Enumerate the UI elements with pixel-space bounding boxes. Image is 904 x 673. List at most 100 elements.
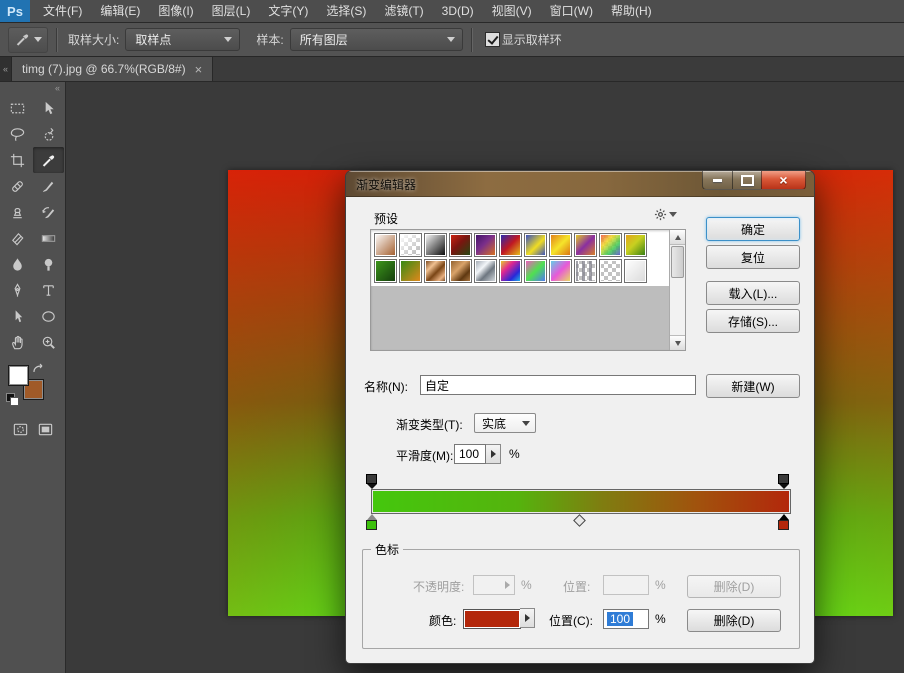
pen-tool[interactable] [2,277,33,303]
menu-item-5[interactable]: 文字(Y) [259,0,317,22]
load-button[interactable]: 载入(L)... [706,281,800,305]
gradient-preset-18[interactable] [524,259,547,283]
move-tool[interactable] [33,95,64,121]
menu-item-7[interactable]: 滤镜(T) [375,0,432,22]
gradient-preset-3[interactable] [424,233,447,257]
menu-item-4[interactable]: 图层(L) [203,0,260,22]
close-button[interactable]: × [761,171,806,190]
gradient-preset-16[interactable] [474,259,497,283]
gradient-preset-6[interactable] [499,233,522,257]
delete-color-stop-button[interactable]: 删除(D) [687,609,781,632]
smoothness-slider-button[interactable] [486,444,501,464]
crop-tool[interactable] [2,147,33,173]
stop-position-input[interactable]: 100 [603,609,649,629]
smoothness-input[interactable] [454,444,486,464]
maximize-button[interactable] [733,171,761,190]
menu-item-10[interactable]: 窗口(W) [541,0,602,22]
menu-item-11[interactable]: 帮助(H) [602,0,661,22]
menu-item-3[interactable]: 图像(I) [149,0,202,22]
gradient-type-select[interactable]: 实底 [474,413,536,433]
gradient-midpoint-diamond[interactable] [573,514,586,527]
gradient-preset-17[interactable] [499,259,522,283]
gradient-preset-9[interactable] [574,233,597,257]
quick-selection-tool[interactable] [33,121,64,147]
color-stop-right-selected[interactable] [778,514,789,529]
chevron-down-icon [224,37,232,42]
menu-item-9[interactable]: 视图(V) [483,0,541,22]
clone-stamp-tool[interactable] [2,199,33,225]
default-colors-icon[interactable] [6,393,18,405]
gradient-preset-10[interactable] [599,233,622,257]
show-sampling-ring-checkbox[interactable] [485,32,500,47]
gradient-preset-13[interactable] [399,259,422,283]
quick-mask-button[interactable] [12,421,29,438]
path-selection-tool[interactable] [2,303,33,329]
menu-item-1[interactable]: 文件(F) [34,0,91,22]
opacity-label: 不透明度: [413,578,464,595]
lasso-tool[interactable] [2,121,33,147]
opacity-stop-right[interactable] [778,474,789,488]
gradient-preset-1[interactable] [374,233,397,257]
color-swatch-menu-button[interactable] [520,608,535,628]
eyedropper-tool[interactable] [33,147,64,173]
stop-color-swatch[interactable] [463,609,521,629]
gradient-preset-4[interactable] [449,233,472,257]
scrollbar-thumb[interactable] [671,246,684,278]
scroll-down-button[interactable] [670,335,685,350]
presets-menu-button[interactable] [654,208,677,221]
reset-button[interactable]: 复位 [706,245,800,269]
gradient-preset-8[interactable] [549,233,572,257]
brush-tool[interactable] [33,173,64,199]
menu-item-2[interactable]: 编辑(E) [91,0,149,22]
gradient-preset-20[interactable] [574,259,597,283]
foreground-color-swatch[interactable] [8,365,29,386]
gradient-preset-22[interactable] [624,259,647,283]
toolbar-collapse-button[interactable]: « [0,82,65,95]
type-tool[interactable] [33,277,64,303]
gradient-tool[interactable] [33,225,64,251]
gradient-preset-21[interactable] [599,259,622,283]
presets-scrollbar[interactable] [669,230,685,350]
gradient-preset-7[interactable] [524,233,547,257]
show-sampling-ring-label: 显示取样环 [502,31,562,48]
save-button[interactable]: 存储(S)... [706,309,800,333]
spot-healing-brush-tool[interactable] [2,173,33,199]
menu-item-6[interactable]: 选择(S) [317,0,375,22]
ellipse-tool[interactable] [33,303,64,329]
close-tab-icon[interactable]: × [195,63,203,76]
rectangular-marquee-tool[interactable] [2,95,33,121]
minimize-button[interactable] [702,171,733,190]
collapse-panels-button[interactable]: « [0,57,12,81]
eraser-tool[interactable] [2,225,33,251]
sample-select[interactable]: 所有图层 [290,28,463,51]
gradient-preset-2[interactable] [399,233,422,257]
sample-size-select[interactable]: 取样点 [125,28,240,51]
opacity-stop-left[interactable] [366,474,377,488]
dodge-tool[interactable] [33,251,64,277]
blur-tool[interactable] [2,251,33,277]
document-tab[interactable]: timg (7).jpg @ 66.7%(RGB/8#) × [12,57,213,81]
gradient-preset-5[interactable] [474,233,497,257]
scroll-up-button[interactable] [670,230,685,245]
zoom-tool[interactable] [33,329,64,355]
screen-mode-button[interactable] [37,421,54,438]
new-button[interactable]: 新建(W) [706,374,800,398]
gradient-preset-15[interactable] [449,259,472,283]
dialog-titlebar[interactable]: 渐变编辑器 × [346,171,814,197]
gradient-preset-12[interactable] [374,259,397,283]
gradient-preview-bar[interactable] [371,489,791,514]
history-brush-tool[interactable] [33,199,64,225]
gradient-preset-19[interactable] [549,259,572,283]
name-input[interactable] [420,375,696,395]
hand-tool[interactable] [2,329,33,355]
menu-item-8[interactable]: 3D(D) [433,0,483,22]
separator [471,28,473,52]
eyedropper-tool-preview-button[interactable] [8,27,48,53]
gradient-preset-14[interactable] [424,259,447,283]
swap-colors-icon[interactable] [32,363,46,375]
ok-button[interactable]: 确定 [706,217,800,241]
color-stop-left[interactable] [366,514,377,529]
presets-label: 预设 [374,210,398,227]
percent-label: % [509,447,520,461]
gradient-preset-11[interactable] [624,233,647,257]
